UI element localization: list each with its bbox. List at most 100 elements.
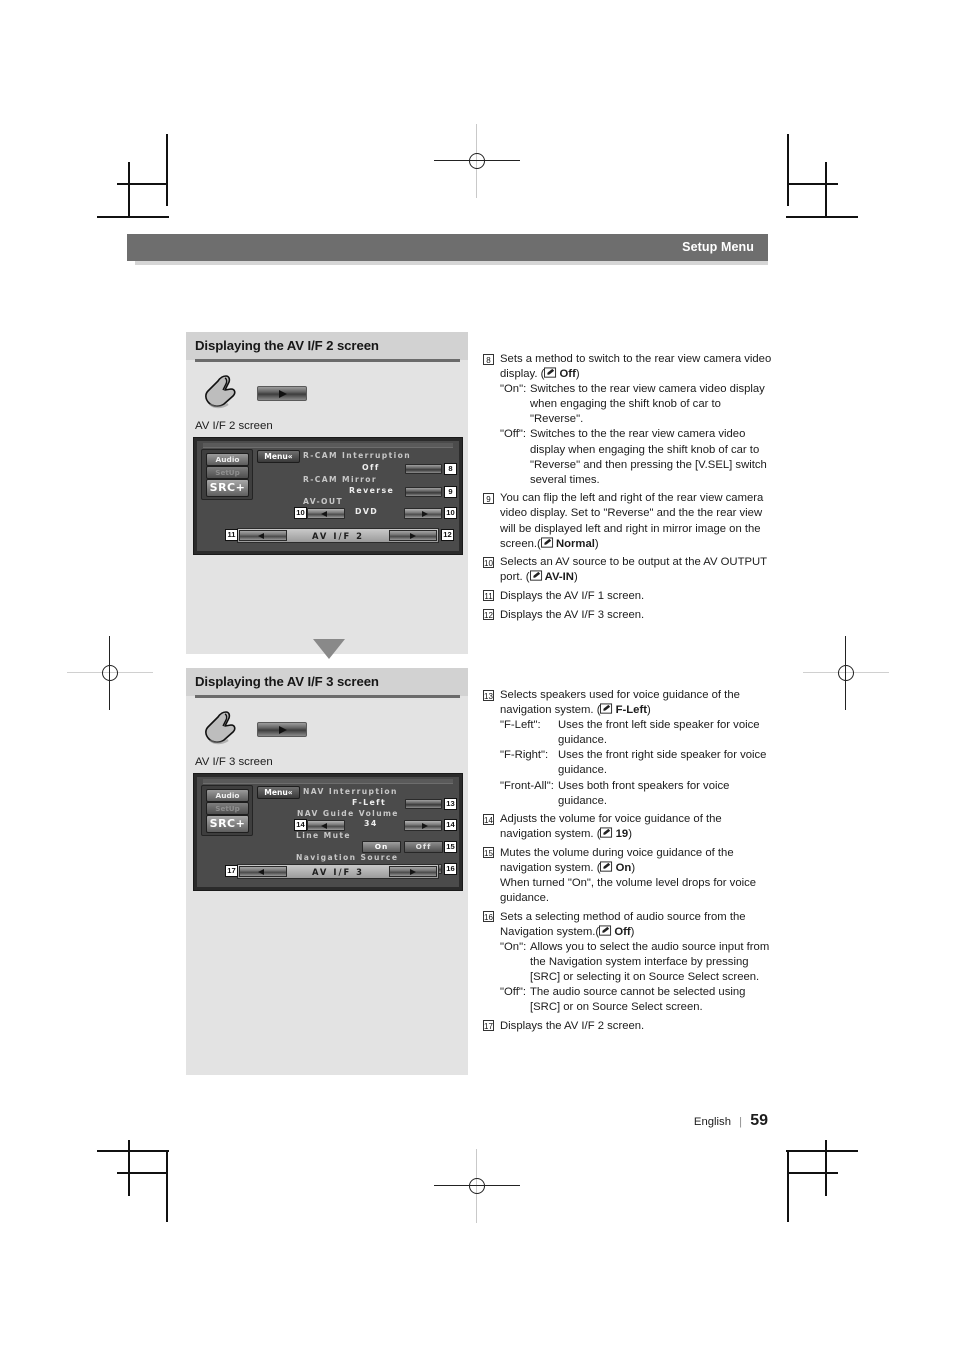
note-body-11: Displays the AV I/F 1 screen. bbox=[500, 589, 773, 604]
note-sub-value: The audio source cannot be selected usin… bbox=[530, 986, 746, 1014]
callout-11: 11 bbox=[225, 529, 238, 541]
footer-language: English bbox=[693, 1116, 731, 1128]
device-setup-button-2[interactable]: SetUp bbox=[206, 466, 249, 479]
note-body-17: Displays the AV I/F 2 screen. bbox=[500, 1019, 773, 1034]
device-audio-button-3[interactable]: Audio bbox=[206, 789, 249, 802]
crop-mark-bottom-right-h bbox=[786, 1150, 858, 1152]
device-nav-volume-down-button[interactable] bbox=[307, 820, 345, 831]
screen-label-av-if-2: AV I/F 2 screen bbox=[195, 420, 273, 432]
page-footer: English | 59 bbox=[694, 1112, 768, 1130]
device-menu-button-3[interactable]: Menu« bbox=[257, 786, 300, 799]
device-label-navigation-source: Navigation Source bbox=[296, 853, 399, 862]
section-av-if-2: Displaying the AV I/F 2 screen AV I/F 2 … bbox=[186, 332, 468, 654]
device-next-screen-button-3[interactable] bbox=[389, 866, 437, 877]
note-text-after-10: ) bbox=[573, 571, 578, 584]
device-bar-nav-interruption[interactable] bbox=[405, 799, 442, 809]
note-number-16: 16 bbox=[483, 911, 494, 923]
crop-mark-bottom-left-h bbox=[97, 1150, 169, 1152]
callout-15: 15 bbox=[444, 841, 457, 853]
press-button-icon-2[interactable] bbox=[257, 386, 307, 401]
device-label-av-out: AV-OUT bbox=[303, 497, 344, 506]
note-item-8: 8 Sets a method to switch to the rear vie… bbox=[483, 352, 773, 488]
device-line-mute-on-button[interactable]: On bbox=[362, 841, 401, 853]
page-header-title: Setup Menu bbox=[682, 240, 754, 254]
note-number-14: 14 bbox=[483, 813, 494, 825]
note-sub-value: Uses the front left side speaker for voi… bbox=[558, 719, 760, 747]
note-item-15: 15 Mutes the volume during voice guidance… bbox=[483, 846, 773, 906]
note-body-14: Adjusts the volume for voice guidance of… bbox=[500, 812, 773, 842]
device-top-strip-2 bbox=[203, 443, 453, 448]
note-sub-item: "F-Right": Uses the front right side spea… bbox=[500, 748, 773, 778]
note-default-value-8: Off bbox=[559, 368, 576, 381]
note-text-after-14: ) bbox=[628, 828, 632, 841]
note-body-16: Sets a selecting method of audio source … bbox=[500, 910, 773, 940]
device-bottom-bar-2: AV I/F 2 bbox=[237, 528, 439, 543]
crop-mark-top-right-v2 bbox=[825, 162, 827, 218]
note-sub-item: "F-Left": Uses the front left side speake… bbox=[500, 718, 773, 748]
crop-mark-top-right-h2 bbox=[788, 183, 838, 185]
crop-mark-top-left-v2 bbox=[128, 162, 130, 218]
note-sub-key: "F-Right": bbox=[500, 749, 549, 762]
device-bar-rcam-mirror[interactable] bbox=[405, 487, 442, 497]
note-default-value-13: F-Left bbox=[615, 704, 647, 717]
device-setup-button-3[interactable]: SetUp bbox=[206, 802, 249, 815]
note-item-16: 16 Sets a selecting method of audio sourc… bbox=[483, 910, 773, 1016]
note-body-15: Mutes the volume during voice guidance o… bbox=[500, 846, 773, 876]
default-setting-pencil-icon bbox=[600, 703, 613, 714]
note-number-11: 11 bbox=[483, 590, 494, 602]
device-side-button-pad-3: Audio SetUp SRC+ bbox=[201, 785, 253, 836]
default-setting-pencil-icon bbox=[529, 570, 542, 581]
device-av-out-prev-button[interactable] bbox=[307, 508, 345, 519]
callout-16: 16 bbox=[444, 863, 457, 875]
device-nav-volume-up-button[interactable] bbox=[404, 820, 442, 831]
device-src-button-3[interactable]: SRC+ bbox=[206, 815, 249, 833]
device-bottom-bar-3: AV I/F 3 bbox=[237, 864, 439, 879]
default-setting-pencil-icon bbox=[599, 925, 612, 936]
device-av-out-next-button[interactable] bbox=[404, 508, 442, 519]
registration-mark-bottom bbox=[434, 1149, 520, 1223]
note-number-15: 15 bbox=[483, 847, 494, 859]
press-button-icon-3[interactable] bbox=[257, 722, 307, 737]
device-label-rcam-mirror: R-CAM Mirror bbox=[303, 475, 378, 484]
device-value-av-out: DVD bbox=[355, 507, 379, 516]
note-text-8: Sets a method to switch to the rear view… bbox=[500, 353, 772, 381]
section-title-av-if-3: Displaying the AV I/F 3 screen bbox=[195, 674, 379, 689]
section-rule-3 bbox=[195, 695, 460, 698]
note-number-12: 12 bbox=[483, 609, 494, 620]
note-sub-value: Switches to the the rear view camera vid… bbox=[530, 428, 767, 486]
note-body-10: Selects an AV source to be output at the… bbox=[500, 555, 773, 585]
page-header-shadow bbox=[135, 261, 768, 265]
device-menu-button-2[interactable]: Menu« bbox=[257, 450, 300, 463]
crop-mark-top-left-h bbox=[97, 216, 169, 218]
note-number-9: 9 bbox=[483, 492, 494, 504]
crop-mark-bottom-right-h2 bbox=[788, 1172, 838, 1174]
note-sub-value: Uses both front speakers for voice guida… bbox=[558, 779, 730, 807]
note-sub-key: "F-Left": bbox=[500, 719, 541, 732]
note-default-value-9: Normal bbox=[555, 537, 595, 550]
device-value-rcam-interruption: Off bbox=[362, 463, 380, 472]
flow-down-arrow-icon bbox=[313, 639, 345, 659]
device-bar-rcam-interruption[interactable] bbox=[405, 464, 442, 474]
device-src-button-2[interactable]: SRC+ bbox=[206, 479, 249, 497]
note-item-14: 14 Adjusts the volume for voice guidance … bbox=[483, 812, 773, 842]
device-line-mute-off-button[interactable]: Off bbox=[404, 841, 443, 853]
crop-mark-bottom-left-v bbox=[166, 1150, 168, 1222]
page-header-bar: Setup Menu bbox=[127, 234, 768, 261]
note-item-9: 9 You can flip the left and right of the … bbox=[483, 491, 773, 551]
callout-14-right: 14 bbox=[444, 819, 457, 831]
note-number-13: 13 bbox=[483, 689, 494, 701]
device-value-nav-interruption: F-Left bbox=[352, 798, 387, 807]
callout-8: 8 bbox=[444, 463, 457, 475]
note-text-17: Displays the AV I/F 2 screen. bbox=[500, 1019, 645, 1032]
callout-12: 12 bbox=[441, 529, 454, 541]
screen-label-av-if-3: AV I/F 3 screen bbox=[195, 756, 273, 768]
device-audio-button-2[interactable]: Audio bbox=[206, 453, 249, 466]
device-next-screen-button-2[interactable] bbox=[389, 530, 437, 541]
note-text-after-9: ) bbox=[594, 537, 599, 550]
device-label-nav-guide-volume: NAV Guide Volume bbox=[297, 809, 399, 818]
callout-14-left: 14 bbox=[294, 819, 307, 831]
device-label-nav-interruption: NAV Interruption bbox=[303, 787, 398, 796]
registration-mark-top bbox=[434, 124, 520, 198]
pointing-hand-icon bbox=[205, 375, 236, 409]
crop-mark-top-left-v bbox=[166, 134, 168, 206]
